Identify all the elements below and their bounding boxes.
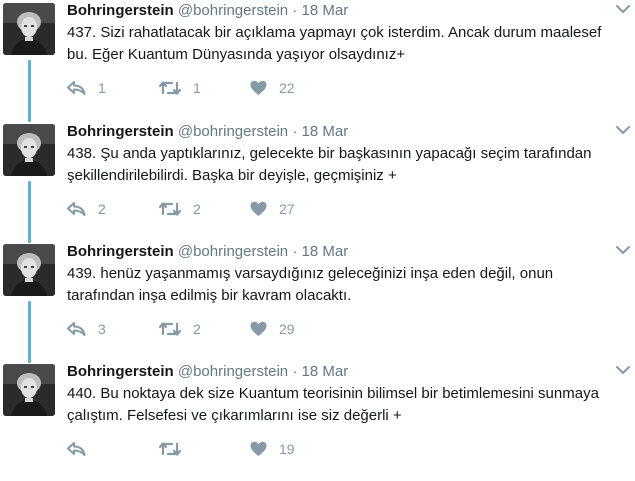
heart-icon [250, 201, 267, 217]
reply-icon [67, 321, 86, 337]
like-count: 27 [279, 201, 295, 217]
retweet-button[interactable]: 2 [159, 199, 201, 219]
tweet-text: 438. Şu anda yaptıklarınız, gelecekte bi… [67, 143, 612, 187]
retweet-count: 2 [193, 201, 201, 217]
chevron-down-icon[interactable] [614, 2, 632, 16]
reply-button[interactable]: 3 [67, 319, 106, 339]
like-count: 29 [279, 321, 295, 337]
separator-dot: · [292, 363, 298, 380]
tweet-text-line: şekillendirilebilirdi. Başka bir deyişle… [67, 167, 397, 184]
display-name[interactable]: Bohringerstein [67, 2, 174, 19]
retweet-button[interactable] [159, 439, 193, 459]
reply-count: 1 [98, 80, 106, 96]
thread-line [28, 181, 31, 243]
reply-icon [67, 201, 86, 217]
reply-count: 3 [98, 321, 106, 337]
tweet-text: 440. Bu noktaya dek size Kuantum teorisi… [67, 383, 612, 427]
user-handle[interactable]: @bohringerstein [178, 363, 288, 380]
chevron-down-icon[interactable] [614, 123, 632, 137]
tweet[interactable]: Bohringerstein @bohringerstein · 18 Mar … [0, 361, 635, 481]
chevron-down-icon[interactable] [614, 363, 632, 377]
tweet[interactable]: Bohringerstein @bohringerstein · 18 Mar … [0, 241, 635, 363]
display-name[interactable]: Bohringerstein [67, 243, 174, 260]
retweet-icon [159, 80, 181, 96]
display-name[interactable]: Bohringerstein [67, 123, 174, 140]
timestamp-link[interactable]: 18 Mar [302, 2, 349, 19]
timestamp-link[interactable]: 18 Mar [302, 243, 349, 260]
tweet[interactable]: Bohringerstein @bohringerstein · 18 Mar … [0, 0, 635, 122]
like-count: 19 [279, 441, 295, 457]
retweet-count: 1 [193, 80, 201, 96]
heart-icon [250, 441, 267, 457]
reply-icon [67, 80, 86, 96]
tweet-text-line: 440. Bu noktaya dek size Kuantum teorisi… [67, 385, 599, 402]
tweet-header: Bohringerstein @bohringerstein · 18 Mar [67, 2, 348, 20]
reply-button[interactable] [67, 439, 98, 459]
tweet-text-line: tarafından inşa edilmiş bir kavram olaca… [67, 287, 352, 304]
separator-dot: · [292, 243, 298, 260]
reply-count: 2 [98, 201, 106, 217]
avatar[interactable] [3, 364, 55, 416]
reply-button[interactable]: 1 [67, 78, 106, 98]
tweet-text: 439. henüz yaşanmamış varsaydığınız gele… [67, 263, 612, 307]
tweet-text-line: 437. Sizi rahatlatacak bir açıklama yapm… [67, 24, 602, 41]
retweet-count: 2 [193, 321, 201, 337]
thread-line [28, 301, 31, 363]
tweet-text: 437. Sizi rahatlatacak bir açıklama yapm… [67, 22, 612, 66]
tweet-text-line: 438. Şu anda yaptıklarınız, gelecekte bi… [67, 145, 592, 162]
tweet-text-line: 439. henüz yaşanmamış varsaydığınız gele… [67, 265, 554, 282]
retweet-button[interactable]: 2 [159, 319, 201, 339]
avatar[interactable] [3, 244, 55, 296]
tweet-header: Bohringerstein @bohringerstein · 18 Mar [67, 243, 348, 261]
thread-line [28, 60, 31, 122]
timestamp-link[interactable]: 18 Mar [302, 123, 349, 140]
like-button[interactable]: 19 [250, 439, 295, 459]
tweet-text-line: bu. Eğer Kuantum Dünyasında yaşıyor olsa… [67, 46, 406, 63]
user-handle[interactable]: @bohringerstein [178, 2, 288, 19]
separator-dot: · [292, 123, 298, 140]
retweet-icon [159, 441, 181, 457]
heart-icon [250, 321, 267, 337]
avatar[interactable] [3, 3, 55, 55]
separator-dot: · [292, 2, 298, 19]
timestamp-link[interactable]: 18 Mar [302, 363, 349, 380]
tweet-header: Bohringerstein @bohringerstein · 18 Mar [67, 123, 348, 141]
avatar[interactable] [3, 124, 55, 176]
retweet-button[interactable]: 1 [159, 78, 201, 98]
tweet-text-line: çalıştım. Felsefesi ve çıkarımlarını ise… [67, 407, 402, 424]
user-handle[interactable]: @bohringerstein [178, 243, 288, 260]
user-handle[interactable]: @bohringerstein [178, 123, 288, 140]
retweet-icon [159, 201, 181, 217]
like-count: 22 [279, 80, 295, 96]
heart-icon [250, 80, 267, 96]
display-name[interactable]: Bohringerstein [67, 363, 174, 380]
chevron-down-icon[interactable] [614, 243, 632, 257]
like-button[interactable]: 22 [250, 78, 295, 98]
retweet-icon [159, 321, 181, 337]
like-button[interactable]: 27 [250, 199, 295, 219]
tweet[interactable]: Bohringerstein @bohringerstein · 18 Mar … [0, 121, 635, 243]
reply-button[interactable]: 2 [67, 199, 106, 219]
reply-icon [67, 441, 86, 457]
tweet-header: Bohringerstein @bohringerstein · 18 Mar [67, 363, 348, 381]
like-button[interactable]: 29 [250, 319, 295, 339]
